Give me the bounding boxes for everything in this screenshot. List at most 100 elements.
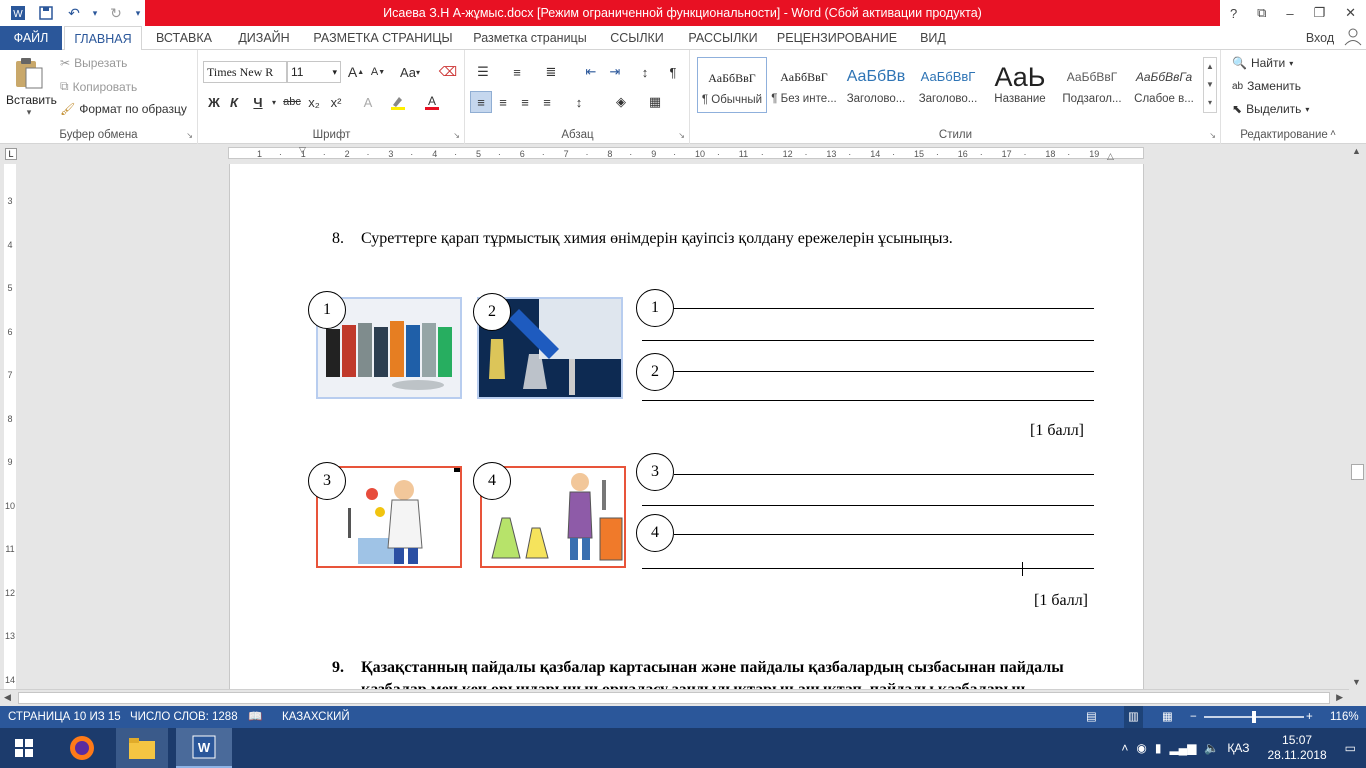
paragraph-launcher-icon[interactable]: ↘ bbox=[678, 131, 685, 140]
change-case-button[interactable]: Aa ▾ bbox=[395, 61, 425, 83]
align-center-icon[interactable]: ≡ bbox=[492, 91, 514, 113]
file-explorer-taskbar-button[interactable] bbox=[116, 728, 168, 768]
line-spacing-icon[interactable]: ↕ bbox=[568, 91, 590, 113]
undo-icon[interactable]: ↶ bbox=[62, 2, 86, 24]
replace-button[interactable]: ab Заменить bbox=[1232, 79, 1301, 93]
superscript-button[interactable]: x² bbox=[325, 91, 347, 113]
proofing-icon[interactable]: 📖 bbox=[248, 706, 262, 728]
notifications-icon[interactable]: ▭ bbox=[1345, 741, 1356, 755]
word-app-icon[interactable]: W bbox=[6, 2, 30, 24]
horizontal-scrollbar[interactable]: ◀ ▶ bbox=[0, 689, 1349, 706]
italic-button[interactable]: К bbox=[223, 91, 245, 113]
answer-line[interactable] bbox=[674, 474, 1094, 475]
vertical-ruler[interactable]: 3 4 5 6 7 8 9 10 11 12 13 14 bbox=[4, 164, 16, 689]
scrollbar-thumb[interactable] bbox=[1351, 464, 1364, 480]
word-count[interactable]: ЧИСЛО СЛОВ: 1288 bbox=[130, 706, 238, 728]
tab-selector[interactable]: L bbox=[5, 148, 17, 160]
shrink-font-button[interactable]: A ▼ bbox=[367, 61, 389, 83]
clear-formatting-icon[interactable]: ⌫ bbox=[437, 61, 459, 83]
answer-line[interactable] bbox=[642, 505, 1094, 506]
sort-icon[interactable]: ↕ bbox=[634, 61, 656, 83]
page-count[interactable]: СТРАНИЦА 10 ИЗ 15 bbox=[8, 706, 121, 728]
styles-launcher-icon[interactable]: ↘ bbox=[1209, 131, 1216, 140]
customize-qat-icon[interactable]: ▾ bbox=[132, 2, 144, 24]
highlight-icon[interactable] bbox=[387, 91, 409, 113]
find-button[interactable]: 🔍 Найти ▾ bbox=[1232, 56, 1293, 70]
firefox-taskbar-button[interactable] bbox=[58, 728, 106, 768]
answer-line[interactable] bbox=[642, 340, 1094, 341]
style-normal[interactable]: АаБбВвГ ¶ Обычный bbox=[697, 57, 767, 113]
style-subtitle[interactable]: АаБбВвГ Подзагол... bbox=[1057, 57, 1127, 113]
close-button[interactable]: ✕ bbox=[1345, 5, 1356, 21]
volume-icon[interactable]: 🔈 bbox=[1204, 741, 1219, 755]
horizontal-scrollbar-thumb[interactable] bbox=[18, 692, 1330, 704]
first-line-indent-marker[interactable]: ▽ bbox=[299, 145, 306, 156]
minimize-button[interactable]: – bbox=[1286, 6, 1293, 21]
answer-line[interactable] bbox=[674, 371, 1094, 372]
cut-button[interactable]: ✂ Вырезать bbox=[60, 56, 127, 70]
font-name-box[interactable]: Times New R bbox=[203, 61, 287, 83]
style-heading-1[interactable]: АаБбВв Заголово... bbox=[841, 57, 911, 113]
borders-icon[interactable]: ▦ bbox=[644, 91, 666, 113]
web-layout-icon[interactable]: ▦ bbox=[1162, 706, 1173, 728]
zoom-level[interactable]: 116% bbox=[1330, 706, 1359, 728]
numbering-icon[interactable]: ≡ bbox=[506, 61, 528, 83]
bullets-icon[interactable]: ☰ bbox=[472, 61, 494, 83]
font-color-icon[interactable]: A bbox=[421, 91, 443, 113]
format-painter-button[interactable]: 🖌 Формат по образцу bbox=[60, 102, 187, 116]
collapse-ribbon-icon[interactable]: ˄ bbox=[1330, 128, 1336, 139]
redo-icon[interactable]: ↻ bbox=[104, 2, 128, 24]
tab-references[interactable]: ССЫЛКИ bbox=[600, 26, 674, 50]
signal-icon[interactable]: ▂▄▆ bbox=[1169, 741, 1196, 755]
copy-button[interactable]: ⧉ Копировать bbox=[60, 79, 137, 94]
tab-review[interactable]: РЕЦЕНЗИРОВАНИЕ bbox=[772, 26, 902, 50]
clock[interactable]: 15:07 28.11.2018 bbox=[1267, 733, 1326, 763]
clipboard-launcher-icon[interactable]: ↘ bbox=[186, 131, 193, 140]
zoom-slider-thumb[interactable] bbox=[1252, 711, 1256, 723]
select-button[interactable]: ⬉ Выделить ▾ bbox=[1232, 102, 1309, 116]
align-left-icon[interactable]: ≡ bbox=[470, 91, 492, 113]
start-button[interactable] bbox=[0, 728, 48, 768]
paste-dropdown-icon[interactable]: ▾ bbox=[6, 107, 52, 118]
tray-overflow-icon[interactable]: ˄ bbox=[1121, 741, 1128, 755]
tab-file[interactable]: ФАЙЛ bbox=[0, 26, 62, 50]
font-launcher-icon[interactable]: ↘ bbox=[453, 131, 460, 140]
restore-button[interactable]: ❐ bbox=[1313, 5, 1325, 21]
font-size-dropdown-icon[interactable]: ▾ bbox=[332, 62, 337, 82]
tab-page-layout[interactable]: РАЗМЕТКА СТРАНИЦЫ bbox=[306, 26, 460, 50]
answer-line[interactable] bbox=[674, 534, 1094, 535]
battery-icon[interactable]: ▮ bbox=[1155, 741, 1162, 755]
horizontal-ruler[interactable]: 1 · 1 · 2 · 3 · 4 · 5 · 6 · 7 · 8 · 9 · 10 · 11 · 12 · 13 · 14 · 15 · 16… bbox=[228, 145, 1144, 162]
tab-home[interactable]: ГЛАВНАЯ bbox=[64, 26, 142, 51]
user-icon[interactable] bbox=[1340, 26, 1366, 50]
zoom-out-button[interactable]: − bbox=[1190, 706, 1197, 728]
read-mode-icon[interactable]: ▤ bbox=[1086, 706, 1097, 728]
input-language[interactable]: ҚАЗ bbox=[1227, 741, 1249, 755]
tab-mailings[interactable]: РАССЫЛКИ bbox=[680, 26, 766, 50]
print-layout-icon[interactable]: ▥ bbox=[1124, 706, 1143, 728]
text-effects-icon[interactable]: A bbox=[357, 91, 379, 113]
zoom-in-button[interactable]: + bbox=[1306, 706, 1313, 728]
show-formatting-marks-icon[interactable]: ¶ bbox=[662, 61, 684, 83]
strikethrough-button[interactable]: abc bbox=[281, 91, 303, 113]
network-status-icon[interactable]: ◉ bbox=[1136, 741, 1146, 755]
tab-page-layout-2[interactable]: Разметка страницы bbox=[466, 26, 594, 50]
increase-indent-icon[interactable]: ⇥ bbox=[604, 61, 626, 83]
tab-design[interactable]: ДИЗАЙН bbox=[226, 26, 302, 50]
styles-scroll[interactable]: ▲ ▼ ▾ bbox=[1203, 57, 1217, 113]
style-subtle-emphasis[interactable]: АаБбВвГа Слабое в... bbox=[1129, 57, 1199, 113]
multilevel-list-icon[interactable]: ≣ bbox=[540, 61, 562, 83]
style-heading-2[interactable]: АаБбВвГ Заголово... bbox=[913, 57, 983, 113]
bold-button[interactable]: Ж bbox=[203, 91, 225, 113]
scroll-down-icon[interactable]: ▼ bbox=[1352, 677, 1361, 687]
ribbon-display-options-button[interactable]: ⧉ bbox=[1257, 5, 1266, 21]
scroll-right-icon[interactable]: ▶ bbox=[1336, 692, 1343, 703]
decrease-indent-icon[interactable]: ⇤ bbox=[580, 61, 602, 83]
document-page[interactable]: 8. Суреттерге қарап тұрмыстық химия өнім… bbox=[229, 164, 1144, 689]
style-no-spacing[interactable]: АаБбВвГ ¶ Без инте... bbox=[769, 57, 839, 113]
justify-icon[interactable]: ≡ bbox=[536, 91, 558, 113]
right-indent-marker[interactable]: △ bbox=[1107, 151, 1114, 162]
scroll-up-icon[interactable]: ▲ bbox=[1352, 146, 1361, 156]
save-icon[interactable] bbox=[34, 2, 58, 24]
undo-dropdown-icon[interactable]: ▾ bbox=[90, 2, 100, 24]
